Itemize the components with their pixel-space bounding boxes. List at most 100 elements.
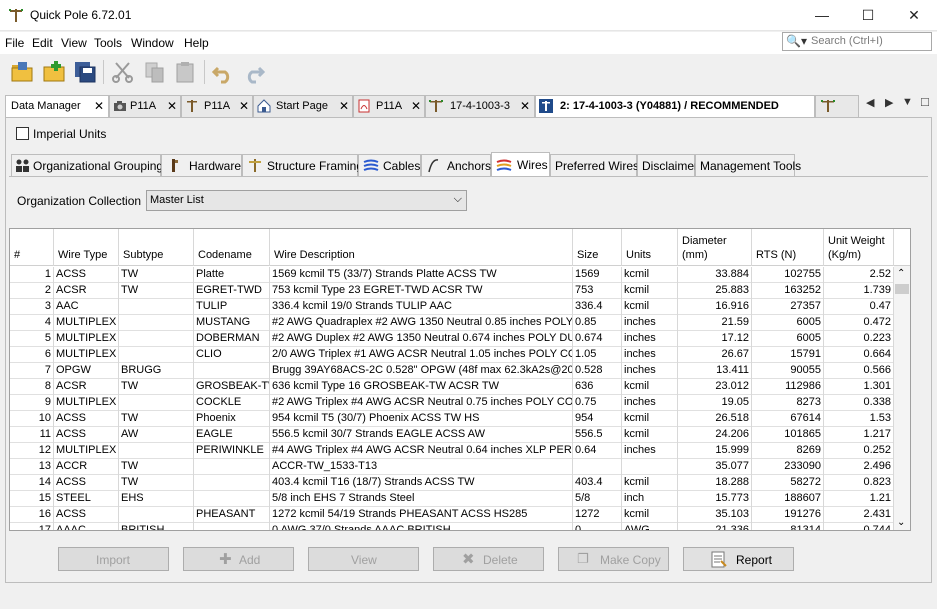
column-header-subtype[interactable]: Subtype bbox=[119, 229, 194, 266]
tab-hardware[interactable]: Hardware bbox=[161, 154, 242, 176]
column-header-rts[interactable]: RTS (N) bbox=[752, 229, 824, 266]
scroll-down-icon[interactable]: ⌄ bbox=[897, 517, 905, 528]
cell-diameter: 16.916 bbox=[678, 299, 752, 315]
search-input[interactable]: 🔍▾ Search (Ctrl+I) bbox=[782, 32, 932, 51]
tab-disclaimer[interactable]: Disclaimer bbox=[637, 154, 698, 176]
menu-tools[interactable]: Tools bbox=[94, 36, 122, 50]
report-button[interactable]: Report bbox=[683, 547, 794, 571]
table-row[interactable]: 4 MULTIPLEX MUSTANG #2 AWG Quadraplex #2 AW… bbox=[10, 315, 894, 331]
table-row[interactable]: 3 AAC TULIP 336.4 kcmil 19/0 Strands TULIP … bbox=[10, 299, 894, 315]
doc-tab-p11a-photo[interactable]: P11A ✕ bbox=[109, 95, 181, 117]
organization-collection-select[interactable]: Master List ⌵ bbox=[146, 190, 467, 211]
tab-management-tools[interactable]: Management Tools bbox=[695, 154, 801, 176]
make-copy-button[interactable]: ❐ Make Copy bbox=[558, 547, 669, 571]
tab-structure-framing[interactable]: Structure Framing bbox=[242, 154, 363, 176]
close-tab-icon[interactable]: ✕ bbox=[339, 99, 349, 113]
view-button[interactable]: View bbox=[308, 547, 419, 571]
table-row[interactable]: 11 ACSS AW EAGLE 556.5 kcmil 30/7 Strands EA… bbox=[10, 427, 894, 443]
add-button[interactable]: ✚ Add bbox=[183, 547, 294, 571]
doc-tab-recommended[interactable]: 2: 17-4-1003-3 (Y04881) / RECOMMENDED bbox=[535, 95, 815, 117]
cell-rts: 101865 bbox=[752, 427, 824, 443]
menu-edit[interactable]: Edit bbox=[32, 36, 53, 50]
cell-codename: EAGLE bbox=[194, 427, 270, 443]
cell-units: kcmil bbox=[622, 507, 678, 523]
maximize-tab-icon[interactable]: □ bbox=[921, 94, 929, 109]
table-row[interactable]: 6 MULTIPLEX CLIO 2/0 AWG Triplex #1 AWG ACS… bbox=[10, 347, 894, 363]
cell-subtype: BRITISH bbox=[119, 523, 194, 530]
wires-panel: Organization Collection Master List ⌵ # … bbox=[9, 176, 928, 580]
close-tab-icon[interactable]: ✕ bbox=[239, 99, 249, 113]
menu-window[interactable]: Window bbox=[131, 36, 174, 50]
open-folder-icon[interactable] bbox=[9, 59, 35, 85]
menu-help[interactable]: Help bbox=[184, 36, 209, 50]
table-row[interactable]: 8ACSRTWGROSBEAK-TW636 kcmil Type 16 GROS… bbox=[10, 379, 894, 395]
tab-scroll-right-icon[interactable]: ▶ bbox=[885, 96, 893, 109]
new-folder-icon[interactable] bbox=[41, 59, 67, 85]
column-header-number[interactable]: # bbox=[10, 229, 54, 266]
column-header-wire-type[interactable]: Wire Type bbox=[54, 229, 119, 266]
column-header-size[interactable]: Size bbox=[573, 229, 622, 266]
table-row[interactable]: 7 OPGW BRUGG Brugg 39AY68ACS-2C 0.528" OPGW… bbox=[10, 363, 894, 379]
maximize-button[interactable]: ☐ bbox=[845, 0, 891, 31]
cut-icon[interactable] bbox=[110, 59, 136, 85]
menu-view[interactable]: View bbox=[61, 36, 87, 50]
table-row[interactable]: 2 ACSR TW EGRET-TWD 753 kcmil Type 23 EGRET-… bbox=[10, 283, 894, 299]
menu-file[interactable]: File bbox=[5, 36, 24, 50]
table-row[interactable]: 9 MULTIPLEX COCKLE #2 AWG Triplex #4 AWG AC… bbox=[10, 395, 894, 411]
table-row[interactable]: 16 ACSS PHEASANT 1272 kcmil 54/19 Strands P… bbox=[10, 507, 894, 523]
doc-tab-overflow[interactable] bbox=[815, 95, 859, 117]
copy-icon: ❐ bbox=[577, 551, 589, 566]
table-row[interactable]: 5 MULTIPLEX DOBERMAN #2 AWG Duplex #2 AWG 1… bbox=[10, 331, 894, 347]
table-row[interactable]: 15 STEEL EHS 5/8 inch EHS 7 Strands Steel 5/… bbox=[10, 491, 894, 507]
close-tab-icon[interactable]: ✕ bbox=[167, 99, 177, 113]
table-row[interactable]: 13 ACCR TW ACCR-TW_1533-T13 35.077 233090 2.49… bbox=[10, 459, 894, 475]
table-row[interactable]: 10 ACSS TW Phoenix 954 kcmil T5 (30/7) Phoen… bbox=[10, 411, 894, 427]
cell-wire-description: 753 kcmil Type 23 EGRET-TWD ACSR TW bbox=[270, 283, 573, 299]
tab-anchors[interactable]: Anchors bbox=[421, 154, 491, 176]
copy-icon[interactable] bbox=[142, 59, 168, 85]
paste-icon[interactable] bbox=[172, 59, 198, 85]
column-header-diameter[interactable]: Diameter (mm) bbox=[678, 229, 752, 266]
wires-table: # Wire Type Subtype Codename Wire Descri… bbox=[9, 228, 911, 531]
table-row[interactable]: 14 ACSS TW 403.4 kcmil T16 (18/7) Strands A… bbox=[10, 475, 894, 491]
close-window-button[interactable]: ✕ bbox=[891, 0, 937, 31]
doc-tab-17-4-1003-3[interactable]: 17-4-1003-3 ✕ bbox=[425, 95, 535, 117]
plus-icon: ✚ bbox=[219, 551, 232, 568]
tab-list-dropdown-icon[interactable]: ▼ bbox=[902, 96, 913, 108]
undo-icon[interactable] bbox=[210, 59, 236, 85]
doc-tab-data-manager[interactable]: Data Manager ✕ bbox=[5, 95, 109, 117]
table-row[interactable]: 1 ACSS TW Platte 1569 kcmil T5 (33/7) Strand… bbox=[10, 267, 894, 283]
column-header-wire-description[interactable]: Wire Description bbox=[270, 229, 573, 266]
cell-units: AWG bbox=[622, 523, 678, 530]
cell-unit-weight: 0.47 bbox=[824, 299, 894, 315]
tab-organizational-groupings[interactable]: Organizational Groupings bbox=[11, 154, 169, 176]
cell-rts: 8273 bbox=[752, 395, 824, 411]
redo-icon[interactable] bbox=[241, 59, 267, 85]
doc-tab-start-page[interactable]: Start Page ✕ bbox=[253, 95, 353, 117]
doc-tab-p11a-pdf[interactable]: P11A ✕ bbox=[353, 95, 425, 117]
doc-tab-p11a-pole[interactable]: P11A ✕ bbox=[181, 95, 253, 117]
tab-preferred-wires[interactable]: Preferred Wires bbox=[550, 154, 639, 176]
imperial-units-check[interactable] bbox=[16, 127, 29, 140]
table-row[interactable]: 12 MULTIPLEX PERIWINKLE #4 AWG Triplex #4 A… bbox=[10, 443, 894, 459]
cell-subtype: TW bbox=[119, 475, 194, 491]
close-tab-icon[interactable]: ✕ bbox=[94, 99, 104, 113]
column-header-codename[interactable]: Codename bbox=[194, 229, 270, 266]
import-button[interactable]: Import bbox=[58, 547, 169, 571]
delete-button[interactable]: ✖ Delete bbox=[433, 547, 544, 571]
scroll-up-icon[interactable]: ⌃ bbox=[897, 268, 905, 279]
column-header-units[interactable]: Units bbox=[622, 229, 678, 266]
close-tab-icon[interactable]: ✕ bbox=[520, 99, 530, 113]
cell-subtype: EHS bbox=[119, 491, 194, 507]
tab-wires[interactable]: Wires bbox=[491, 152, 550, 176]
table-vertical-scrollbar[interactable]: ⌃ ⌄ bbox=[894, 266, 910, 530]
cell-number: 9 bbox=[10, 395, 54, 411]
column-header-unit-weight[interactable]: Unit Weight (Kg/m) bbox=[824, 229, 894, 266]
tab-scroll-left-icon[interactable]: ◀ bbox=[866, 96, 874, 109]
minimize-button[interactable]: — bbox=[799, 0, 845, 31]
close-tab-icon[interactable]: ✕ bbox=[411, 99, 421, 113]
table-row[interactable]: 17 AAAC BRITISH 0 AWG 37/0 Strands AAAC BRI… bbox=[10, 523, 894, 530]
tab-cables[interactable]: Cables bbox=[358, 154, 421, 176]
save-icon[interactable] bbox=[72, 59, 98, 85]
scrollbar-thumb[interactable] bbox=[895, 284, 909, 294]
